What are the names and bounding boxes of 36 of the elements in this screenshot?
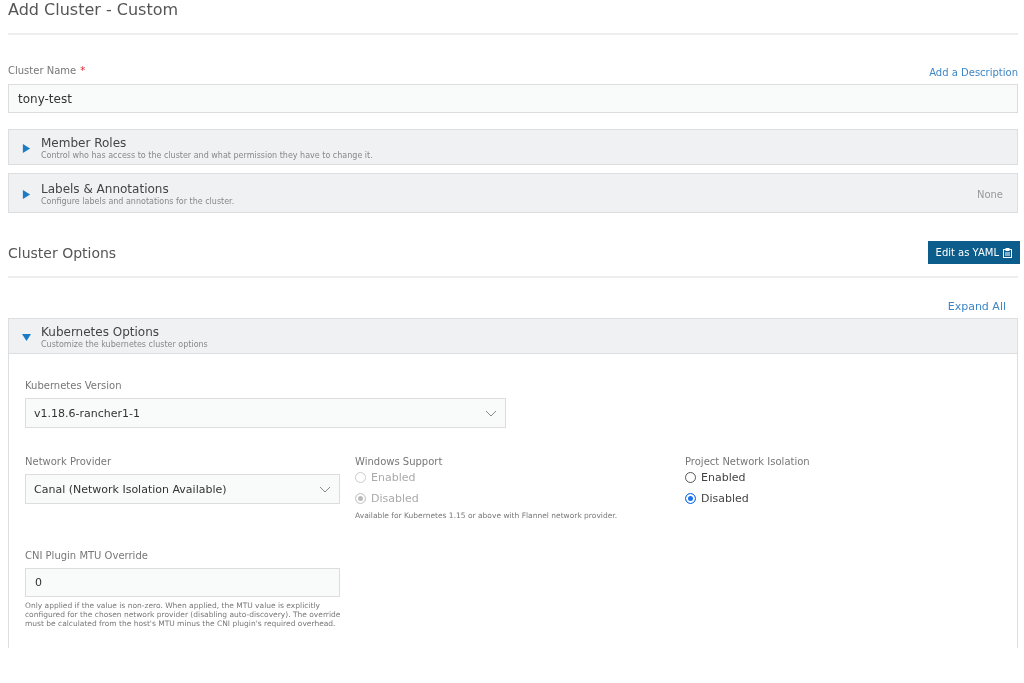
section-subtitle: Control who has access to the cluster and what permission they have to change it. — [41, 151, 374, 160]
section-title: Member Roles — [41, 136, 128, 151]
version-select[interactable]: v1.18.6-rancher1-1 — [25, 398, 506, 428]
chevron-down-icon — [485, 409, 497, 417]
radio-option[interactable]: Disabled — [685, 492, 1001, 505]
mtu-input[interactable]: 0 — [25, 568, 340, 597]
section-header[interactable]: Kubernetes Options Customize the kubernetes cluster options — [8, 318, 1018, 354]
network-provider-select[interactable]: Canal (Network Isolation Available) — [25, 474, 340, 504]
page-title: Add Cluster - Custom — [8, 0, 180, 20]
field-label: Kubernetes Version — [25, 380, 123, 391]
radio-button[interactable] — [685, 472, 696, 483]
edit-yaml-button[interactable]: Edit as YAML — [927, 241, 1020, 264]
triangle-right-icon — [22, 143, 31, 153]
radio-button[interactable] — [685, 493, 696, 504]
field-label: Cluster Name — [8, 65, 77, 76]
triangle-right-icon — [22, 189, 31, 199]
clipboard-icon — [1003, 247, 1012, 258]
required-mark: * — [80, 65, 86, 76]
section-status: None — [976, 188, 1003, 200]
cluster-name-input[interactable]: tony-test — [8, 84, 1018, 113]
field-label: Network Provider — [25, 456, 113, 467]
field-label: Windows Support — [355, 456, 444, 467]
expand-all-link[interactable]: Expand All — [947, 300, 1006, 313]
section-header[interactable]: Labels & Annotations Configure labels and annotations for the cluster. None — [8, 173, 1018, 213]
chevron-down-icon — [319, 485, 331, 493]
section-title: Labels & Annotations — [41, 182, 170, 197]
field-label: CNI Plugin MTU Override — [25, 550, 149, 561]
field-label: Project Network Isolation — [685, 456, 811, 467]
section-subtitle: Configure labels and annotations for the cluster. — [41, 197, 236, 206]
add-description-link[interactable]: Add a Description — [929, 67, 1018, 78]
section-subtitle: Customize the kubernetes cluster options — [41, 340, 209, 349]
section-heading: Cluster Options — [8, 244, 117, 261]
triangle-down-icon — [22, 332, 31, 342]
section-title: Kubernetes Options — [41, 325, 161, 340]
radio-option[interactable]: Enabled — [685, 471, 1001, 484]
section-header[interactable]: Member Roles Control who has access to the cluster and what permission they have to change it. — [8, 129, 1018, 165]
